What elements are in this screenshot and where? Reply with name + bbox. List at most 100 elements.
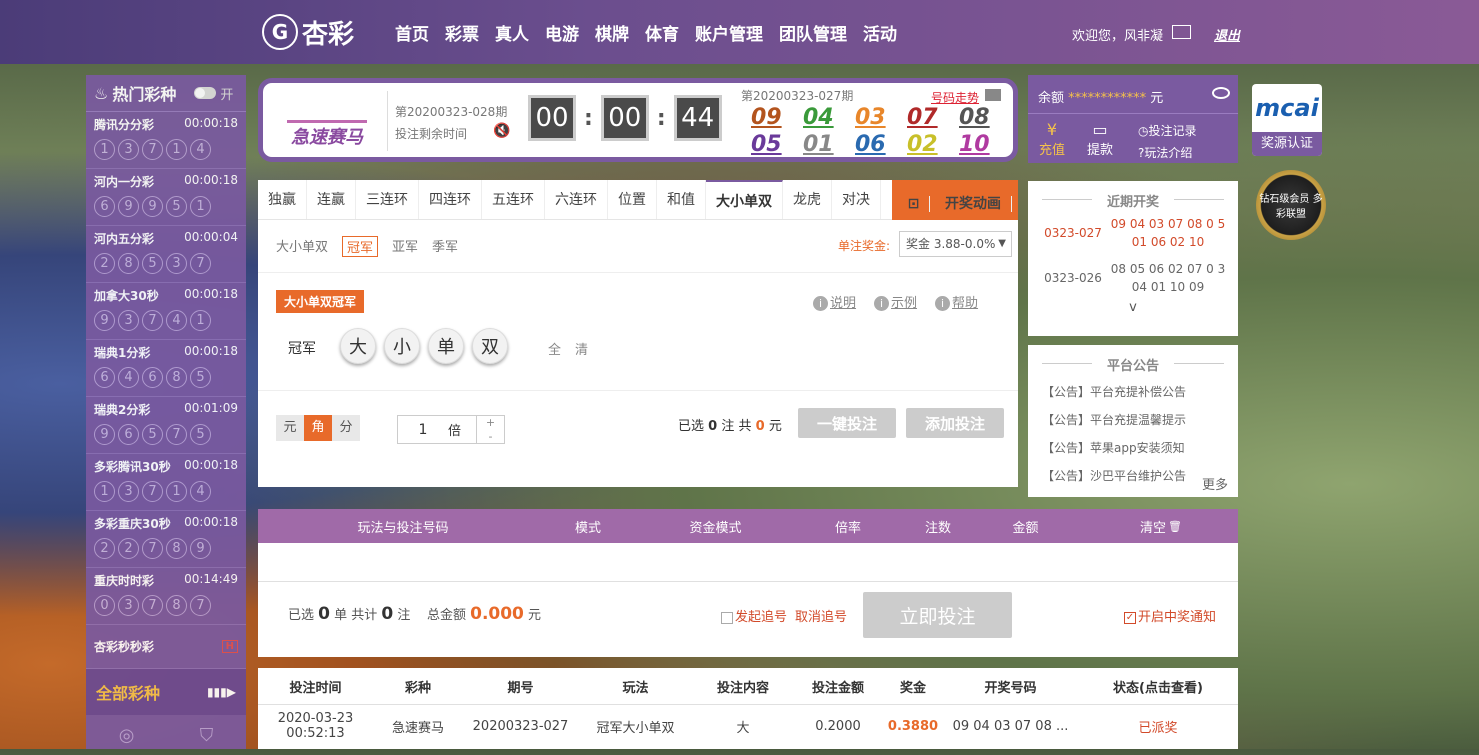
all-games-button[interactable]: 全部彩种 ▮▮▮▶ (86, 669, 246, 715)
nav-item[interactable]: 彩票 (445, 20, 479, 45)
eye-icon[interactable] (1212, 87, 1230, 99)
subtab[interactable]: 亚军 (392, 236, 418, 257)
nav-item[interactable]: 团队管理 (779, 20, 847, 45)
withdraw-button[interactable]: ▭ 提款 (1076, 120, 1124, 164)
quick-select: 全清 (548, 339, 588, 358)
plus-icon[interactable]: + (486, 416, 495, 429)
sidebar-item-lottery[interactable]: 多彩重庆30秒 00:00:18 2 2 7 8 9 (86, 511, 246, 568)
more-link[interactable]: 更多 (1202, 474, 1228, 493)
expand-chevron-icon[interactable]: v (1028, 300, 1238, 315)
quick-select-button[interactable]: 清 (575, 339, 588, 358)
subtab[interactable]: 季军 (432, 236, 458, 257)
mail-icon[interactable] (1172, 25, 1191, 39)
sidebar-item-lottery[interactable]: 瑞典1分彩 00:00:18 6 4 6 8 5 (86, 340, 246, 397)
tab-5[interactable]: 六连环 (545, 180, 608, 219)
sidebar-item-lottery[interactable]: 重庆时时彩 00:14:49 0 3 7 8 7 (86, 568, 246, 625)
checkbox-icon[interactable] (721, 611, 733, 624)
notice-item[interactable]: 【公告】平台充提补偿公告 (1028, 378, 1238, 406)
tab-4[interactable]: 五连环 (482, 180, 545, 219)
history-cell[interactable]: 已派奖 (1078, 717, 1238, 736)
sidebar-item-lottery[interactable]: 腾讯分分彩 00:00:18 1 3 7 1 4 (86, 112, 246, 169)
add-bet-button[interactable]: 添加投注 (906, 408, 1004, 438)
number-ball: 9 (142, 196, 163, 217)
nav-item[interactable]: 棋牌 (595, 20, 629, 45)
mcai-badge[interactable]: mcai 奖源认证 (1252, 84, 1322, 156)
chart-icon[interactable] (985, 89, 1001, 101)
sidebar-item-lottery[interactable]: 河内一分彩 00:00:18 6 9 9 5 1 (86, 169, 246, 226)
multiplier-value[interactable]: 1 (398, 422, 448, 438)
tab-6[interactable]: 位置 (608, 180, 657, 219)
nav-item[interactable]: 账户管理 (695, 20, 763, 45)
unit-button[interactable]: 角 (304, 415, 332, 441)
option-ball[interactable]: 小 (384, 328, 420, 364)
nav-item[interactable]: 活动 (863, 20, 897, 45)
nav-item[interactable]: 电游 (545, 20, 579, 45)
sidebar-item-lottery[interactable]: 河内五分彩 00:00:04 2 8 5 3 7 (86, 226, 246, 283)
lottery-row: 河内五分彩 00:00:04 (94, 230, 238, 247)
tab-9[interactable]: 龙虎 (783, 180, 832, 219)
tab-8[interactable]: 大小单双 (706, 180, 783, 219)
option-ball[interactable]: 大 (340, 328, 376, 364)
tab-7[interactable]: 和值 (657, 180, 706, 219)
quick-select-button[interactable]: 全 (548, 339, 561, 358)
notify-checkbox[interactable]: ✓ 开启中奖通知 (1124, 606, 1216, 625)
bet-history-table: 投注时间 彩种 期号 玩法 投注内容 投注金额 奖金 开奖号码 状态(点击查看) 2020-03… (258, 668, 1238, 749)
notice-item[interactable]: 【公告】平台充提温馨提示 (1028, 406, 1238, 434)
notice-title: 平台公告 (1028, 355, 1238, 374)
play-tabs: 独赢 连赢 三连环 四连环 五连环 六连环 位置 和值 大小单双 龙虎 对决 ⊡ 开奖动画 (258, 180, 1018, 228)
prize-select[interactable]: 奖金 3.88-0.0% ▼ (899, 231, 1012, 257)
tab-2[interactable]: 三连环 (356, 180, 419, 219)
sidebar-item-lottery[interactable]: 加拿大30秒 00:00:18 9 3 7 4 1 (86, 283, 246, 340)
tab-1[interactable]: 连赢 (307, 180, 356, 219)
play-intro-link[interactable]: ?玩法介绍 (1138, 142, 1197, 164)
sidebar-toggle[interactable] (194, 87, 217, 99)
logout-link[interactable]: 退出 (1214, 25, 1240, 44)
unit-button[interactable]: 元 (276, 415, 304, 441)
unit-button[interactable]: 分 (332, 415, 360, 441)
minus-icon[interactable]: - (489, 430, 493, 443)
nav-item[interactable]: 体育 (645, 20, 679, 45)
table-row[interactable]: 2020-03-23 00:52:13 急速赛马 20200323-027 冠军大小单… (258, 705, 1238, 747)
number-ball: 5 (142, 424, 163, 445)
subtab[interactable]: 冠军 (342, 236, 379, 257)
sidebar-item-lottery[interactable]: 多彩腾讯30秒 00:00:18 1 3 7 1 4 (86, 454, 246, 511)
bet-records-label: 投注记录 (1148, 124, 1197, 138)
chase-checkbox[interactable]: 发起追号 (721, 606, 787, 625)
notice-item[interactable]: 【公告】苹果app安装须知 (1028, 434, 1238, 462)
option-ball[interactable]: 双 (472, 328, 508, 364)
trash-icon[interactable]: 🗑 (1168, 520, 1182, 533)
cart-col-header[interactable]: 清空 (1068, 517, 1238, 536)
help-link[interactable]: i 帮助 (935, 292, 978, 311)
last-issue: 第20200323-027期 (741, 89, 854, 103)
tab-10[interactable]: 对决 (832, 180, 881, 219)
sidebar-item-miaomiao[interactable]: 杏彩秒秒彩 H (86, 625, 246, 669)
recharge-button[interactable]: ¥ 充值 (1028, 120, 1076, 164)
trend-link[interactable]: 号码走势 (931, 89, 979, 106)
sidebar-item-lottery[interactable]: 瑞典2分彩 00:01:09 9 6 5 7 5 (86, 397, 246, 454)
cancel-chase-link[interactable]: 取消追号 (795, 606, 847, 625)
one-click-bet-button[interactable]: 一键投注 (798, 408, 896, 438)
eye-off-icon[interactable]: ◎ (119, 725, 135, 746)
lottery-balls: 28537 (94, 253, 238, 274)
nav-item[interactable]: 首页 (395, 20, 429, 45)
tab-0[interactable]: 独赢 (258, 180, 307, 219)
subtab[interactable]: 大小单双 (276, 236, 328, 257)
option-ball[interactable]: 单 (428, 328, 464, 364)
help-link[interactable]: i 说明 (813, 292, 856, 311)
number-ball: 3 (118, 595, 139, 616)
tab-3[interactable]: 四连环 (419, 180, 482, 219)
arrow-right-icon: ▮▮▮▶ (206, 685, 236, 699)
number-ball: 5 (166, 196, 187, 217)
nav-item[interactable]: 真人 (495, 20, 529, 45)
shield-icon[interactable]: ⛉ (200, 725, 214, 746)
help-link[interactable]: i 示例 (874, 292, 917, 311)
cart-total-label: 总金额 (426, 608, 466, 623)
bet-records-link[interactable]: ◷投注记录 (1138, 120, 1197, 142)
brand-logo[interactable]: G 杏彩 (262, 12, 372, 52)
mute-icon[interactable]: 🔇 (493, 123, 510, 139)
multiplier-stepper[interactable]: + - (476, 416, 504, 443)
multiplier-input[interactable]: 1 倍 + - (397, 415, 505, 444)
check-icon[interactable]: ✓ (1124, 611, 1136, 624)
bet-now-button[interactable]: 立即投注 (863, 592, 1012, 638)
history-col-header: 投注金额 (811, 680, 864, 696)
